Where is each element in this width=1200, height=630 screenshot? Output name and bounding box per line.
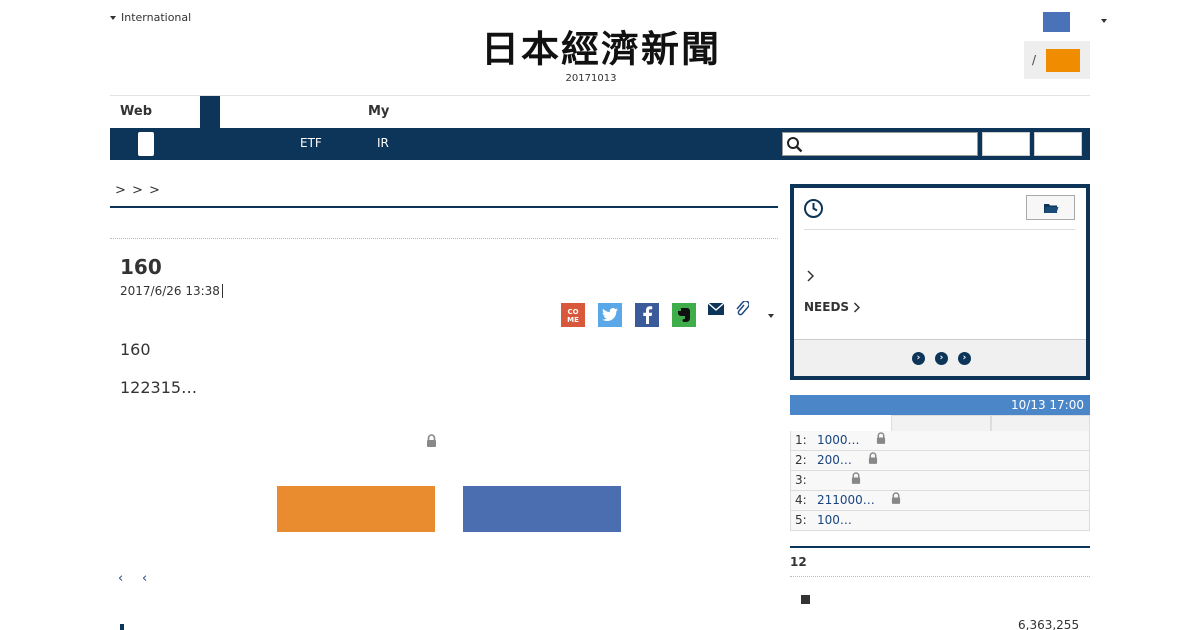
- account-icon[interactable]: [1043, 12, 1070, 32]
- search-input[interactable]: [782, 132, 978, 156]
- chevron-right-icon: [854, 301, 861, 313]
- tab-web[interactable]: Web: [120, 104, 152, 119]
- ranking-row[interactable]: 4: 211000…: [790, 491, 1090, 511]
- section-divider: [790, 546, 1090, 548]
- subscribe-button[interactable]: [277, 486, 435, 532]
- ranking-tab-2[interactable]: [891, 415, 991, 431]
- account-caret-icon[interactable]: [1101, 19, 1107, 23]
- panel-nav-dot-3[interactable]: ›: [958, 352, 971, 365]
- caret-down-icon: [110, 15, 116, 20]
- lock-icon: [427, 434, 436, 447]
- nav-item-ir[interactable]: IR: [377, 136, 389, 150]
- clip-icon[interactable]: [735, 301, 749, 317]
- ranking-header: 10/13 17:00: [790, 395, 1090, 415]
- international-label: International: [121, 11, 192, 24]
- ranking-number: 5:: [795, 513, 807, 527]
- section-dotted-divider: [790, 576, 1090, 577]
- needs-link[interactable]: NEEDS: [804, 300, 861, 314]
- breadcrumb[interactable]: > > >: [115, 183, 161, 198]
- search-icon[interactable]: [786, 136, 803, 153]
- ranking-text[interactable]: 100…: [817, 511, 852, 530]
- svg-text:CO: CO: [567, 308, 578, 316]
- mail-icon[interactable]: [707, 302, 725, 316]
- evernote-icon[interactable]: [672, 303, 696, 327]
- date-separator: [222, 284, 223, 298]
- lock-icon: [851, 471, 861, 490]
- lock-icon: [891, 491, 901, 510]
- needs-label: NEEDS: [804, 300, 850, 314]
- panel-divider: [804, 229, 1075, 230]
- search-button[interactable]: [982, 132, 1030, 156]
- international-link[interactable]: International: [110, 11, 191, 24]
- lock-icon: [876, 431, 886, 450]
- twitter-icon[interactable]: [598, 303, 622, 327]
- article-paragraph-truncated: 122315…: [120, 378, 198, 397]
- clock-icon: [804, 199, 823, 218]
- folder-icon: [1043, 203, 1058, 213]
- folder-button[interactable]: [1026, 195, 1075, 220]
- ranking-tab-3[interactable]: [991, 415, 1090, 431]
- ranking-number: 2:: [795, 453, 807, 467]
- chevron-right-icon: [807, 270, 815, 282]
- panel-nav-dot-2[interactable]: ›: [935, 352, 948, 365]
- advanced-search-button[interactable]: [1034, 132, 1082, 156]
- prev-article-link-2[interactable]: ‹: [142, 571, 147, 586]
- svg-text:ME: ME: [567, 316, 579, 324]
- ranking-text[interactable]: 200…: [817, 451, 852, 470]
- tab-active[interactable]: [200, 96, 220, 128]
- ranking-number: 1:: [795, 433, 807, 447]
- ranking-tabs: [790, 415, 1090, 432]
- login-button[interactable]: [1046, 48, 1081, 72]
- section-value: 6,363,255: [1018, 618, 1080, 630]
- nav-item-etf[interactable]: ETF: [300, 136, 322, 150]
- section-title: 12: [790, 555, 807, 569]
- panel-chevron-link[interactable]: [806, 270, 815, 286]
- ranking-number: 3:: [795, 473, 807, 487]
- login-article-button[interactable]: [463, 486, 621, 532]
- square-bullet-icon: [801, 595, 810, 604]
- article-paragraph: 160: [120, 340, 151, 359]
- come-share-icon[interactable]: CO ME: [561, 303, 585, 327]
- section-marker: [120, 624, 124, 630]
- ranking-number: 4:: [795, 493, 807, 507]
- ranking-text[interactable]: 211000…: [817, 491, 875, 510]
- dotted-divider: [110, 238, 778, 239]
- header-divider: [110, 95, 1090, 96]
- ranking-row[interactable]: 3:: [790, 471, 1090, 491]
- prev-article-link[interactable]: ‹: [118, 571, 123, 586]
- login-box: /: [1024, 41, 1090, 79]
- share-more-caret-icon[interactable]: [768, 314, 774, 318]
- ranking-text[interactable]: 1000…: [817, 431, 860, 450]
- panel-nav-dot-1[interactable]: ›: [912, 352, 925, 365]
- nav-home-item[interactable]: [138, 132, 154, 156]
- lock-icon: [868, 451, 878, 470]
- ranking-row[interactable]: 1: 1000…: [790, 431, 1090, 451]
- nikkei-logo[interactable]: 日本經濟新聞: [455, 29, 747, 69]
- ranking-row[interactable]: 2: 200…: [790, 451, 1090, 471]
- article-date: 2017/6/26 13:38: [120, 284, 220, 298]
- article-title: 160: [120, 255, 162, 279]
- tab-my[interactable]: My: [368, 104, 389, 119]
- edition-date: 20171013: [565, 73, 617, 84]
- ranking-row[interactable]: 5: 100…: [790, 511, 1090, 531]
- facebook-icon[interactable]: [635, 303, 659, 327]
- breadcrumb-divider: [110, 206, 778, 208]
- login-separator: /: [1032, 53, 1037, 67]
